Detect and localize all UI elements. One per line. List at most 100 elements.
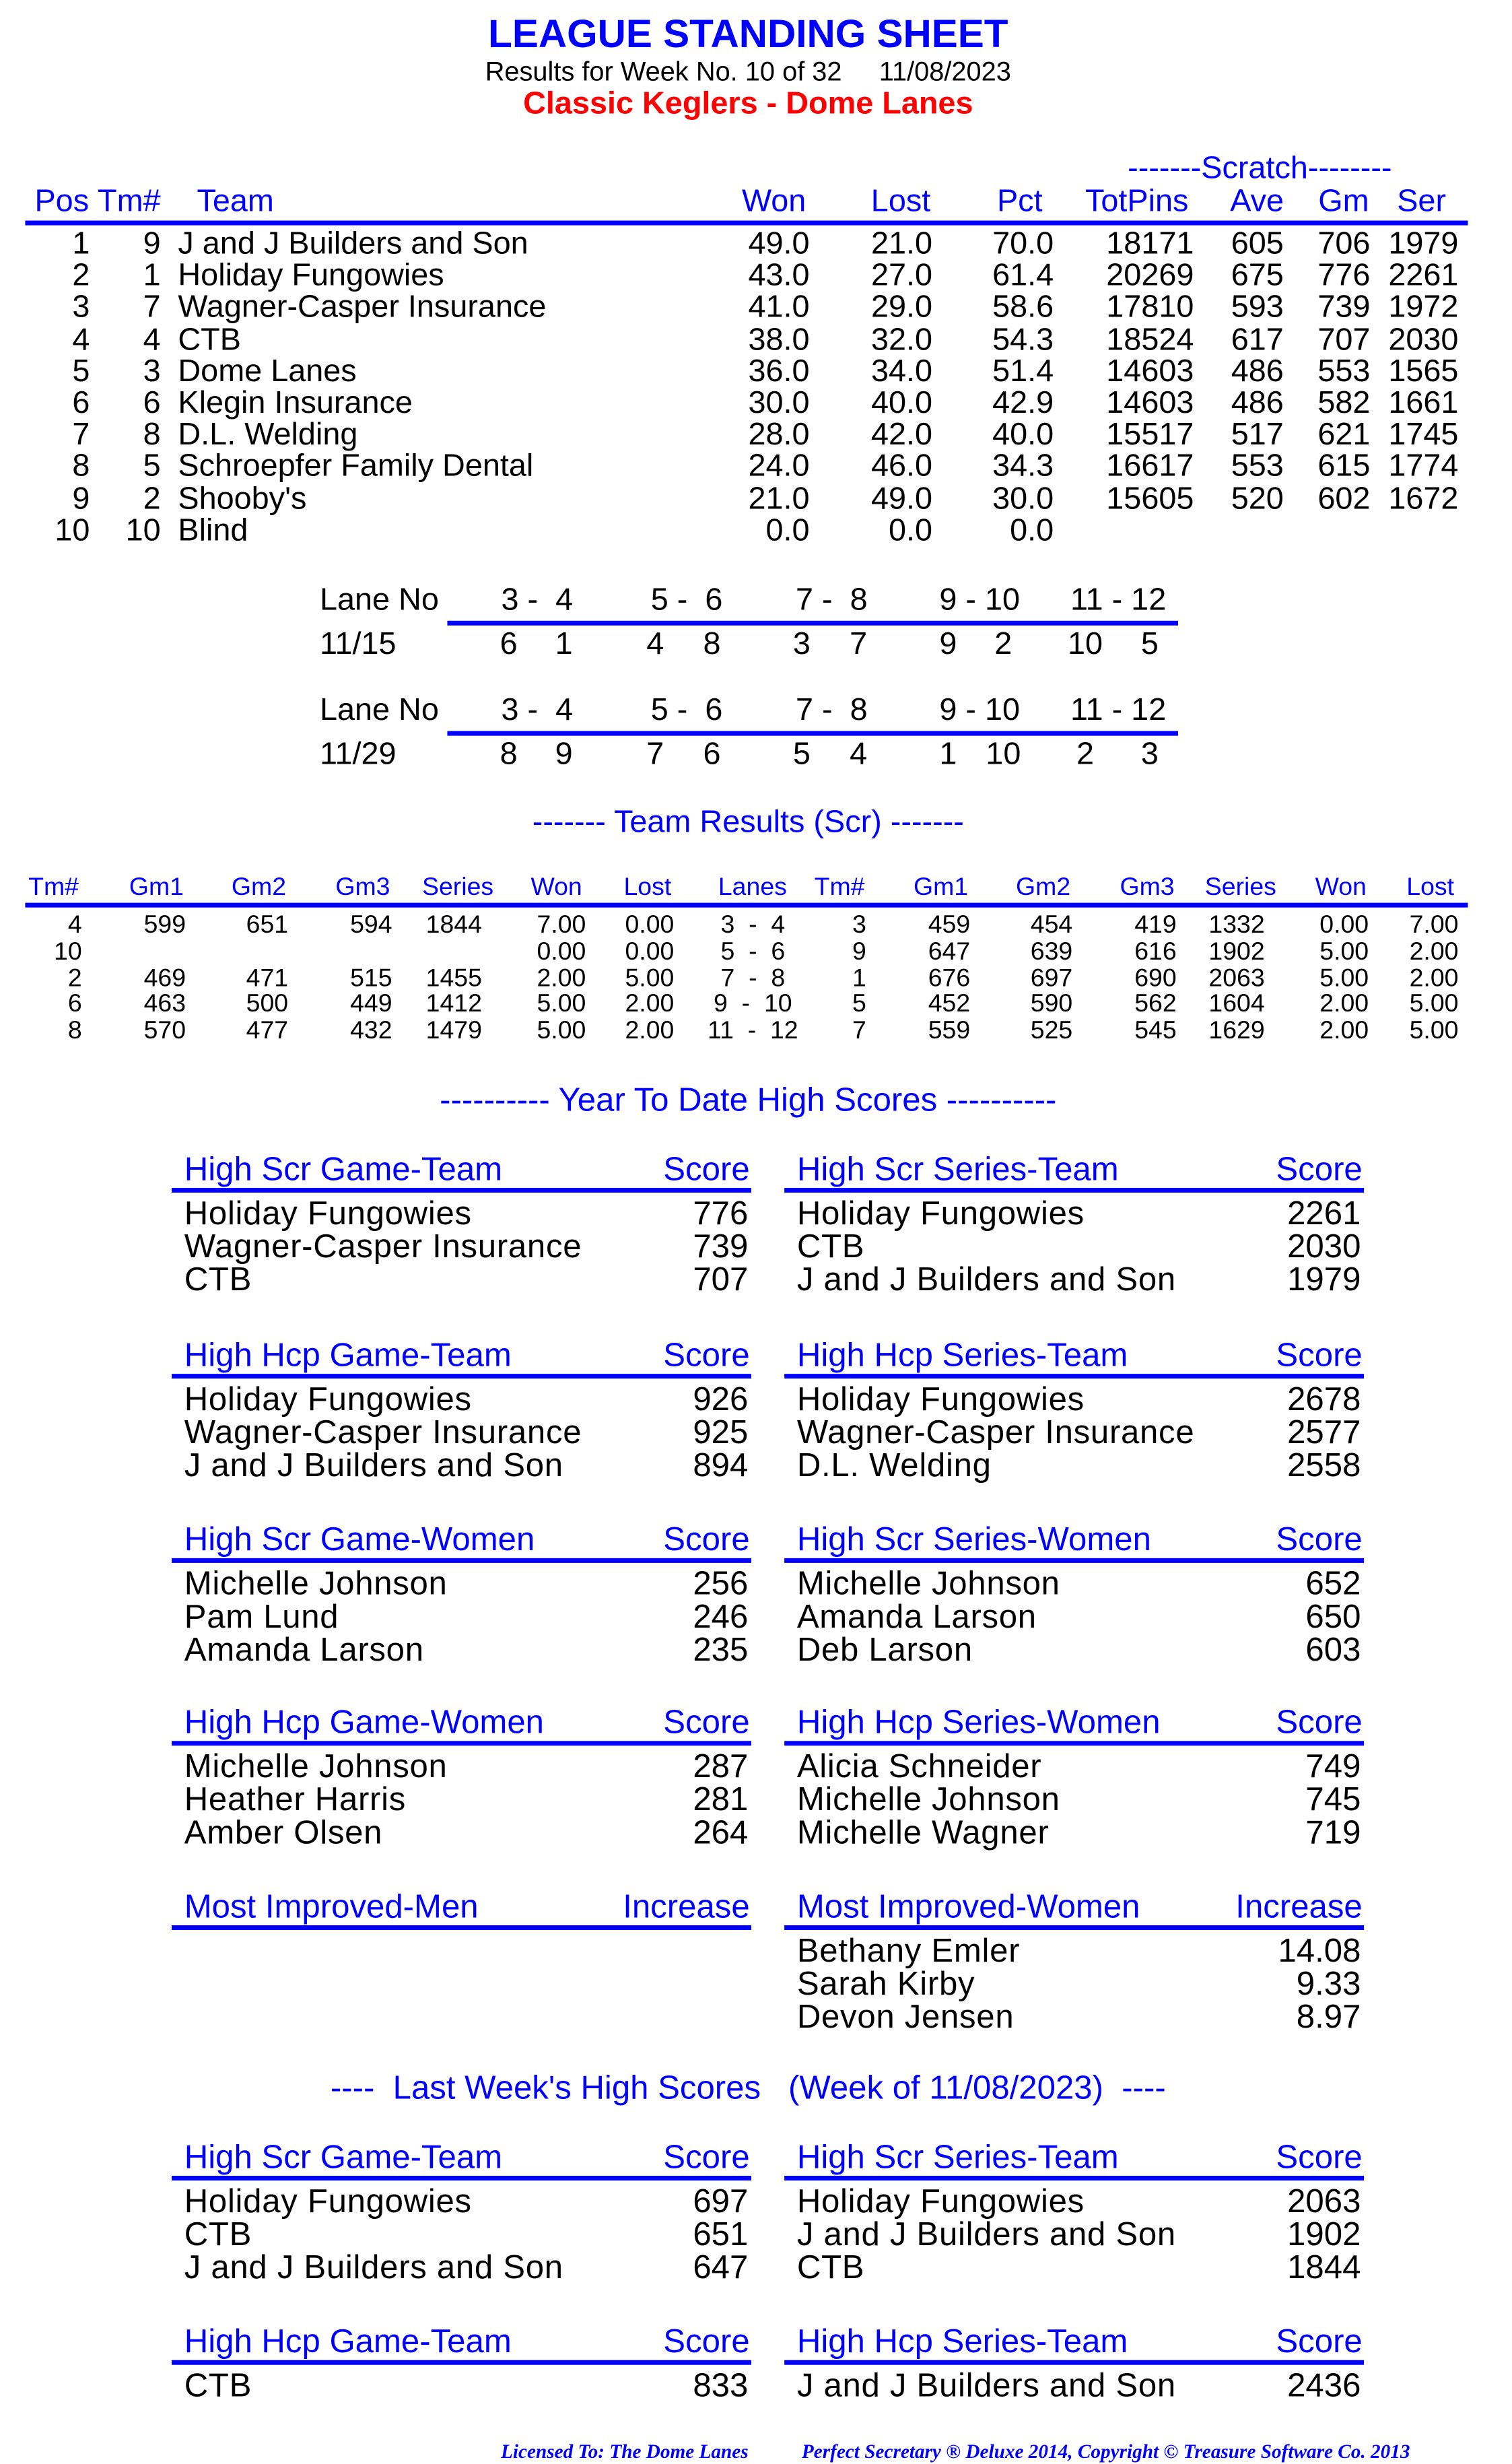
team-results-header-9: Gm1 (913, 874, 969, 902)
standings-cell: 553 (1231, 449, 1284, 485)
standings-cell: 621 (1317, 418, 1371, 453)
high-score-name: Bethany Emler (796, 1933, 1021, 1970)
standings-cell: 3 (72, 290, 90, 325)
standings-cell: 28.0 (748, 418, 810, 453)
high-score-title: High Scr Series-Team (796, 2139, 1119, 2176)
team-result-cell: 2 (67, 965, 82, 992)
standings-cell: CTB (178, 322, 241, 358)
standings-cell: 9 (72, 481, 90, 517)
high-score-title: High Scr Series-Team (796, 1152, 1119, 1189)
team-result-cell: 477 (246, 1018, 289, 1045)
standings-cell: 486 (1231, 386, 1284, 421)
high-score-title: High Hcp Series-Team (796, 1337, 1128, 1374)
team-result-cell: 471 (246, 965, 289, 992)
high-score-column: Score (1276, 1704, 1363, 1741)
team-result-cell: 11 - 12 (708, 1018, 798, 1045)
standings-cell: 14603 (1106, 386, 1194, 421)
standings-cell: 617 (1231, 322, 1284, 358)
standing-sheet: LEAGUE STANDING SHEET Results for Week N… (0, 0, 1512, 2463)
standings-cell: 486 (1231, 354, 1284, 389)
team-results-header-7: Lanes (718, 874, 787, 902)
team-result-cell: 9 - 10 (714, 991, 792, 1019)
team-result-cell: 1 (852, 965, 866, 992)
standings-cell: 34.0 (870, 354, 933, 389)
high-score-value: 650 (1305, 1599, 1361, 1636)
team-results-header-5: Won (530, 874, 582, 902)
high-score-name: Sarah Kirby (796, 1966, 975, 2003)
standings-cell: 34.3 (992, 449, 1054, 485)
page-title: LEAGUE STANDING SHEET (488, 12, 1008, 57)
high-score-title: High Scr Game-Team (184, 1152, 503, 1189)
standings-cell: 61.4 (992, 259, 1054, 294)
team-result-cell: 5.00 (1409, 1018, 1459, 1045)
team-result-cell: 616 (1134, 938, 1177, 966)
standings-cell: 615 (1317, 449, 1371, 485)
standings-cell: 6 (72, 386, 90, 421)
team-result-cell: 2063 (1208, 965, 1265, 992)
standings-cell: 5 (143, 449, 161, 485)
standings-cell: Dome Lanes (178, 354, 357, 389)
standings-cell: 29.0 (870, 290, 933, 325)
team-number: 8 (500, 737, 518, 772)
standings-header-1: Tm# (98, 184, 161, 220)
team-result-cell: 1412 (425, 991, 482, 1019)
high-score-name: J and J Builders and Son (184, 2249, 563, 2286)
high-score-name: Amanda Larson (796, 1599, 1037, 1636)
high-score-name: Michelle Johnson (796, 1566, 1060, 1603)
team-result-cell: 459 (928, 912, 971, 939)
standings-cell: 517 (1231, 418, 1284, 453)
standings-cell: 49.0 (870, 481, 933, 517)
standings-cell: 41.0 (748, 290, 810, 325)
team-result-cell: 1479 (425, 1018, 482, 1045)
standings-cell: 4 (72, 322, 90, 358)
standings-cell: 706 (1317, 226, 1371, 262)
team-result-cell: 570 (143, 1018, 186, 1045)
standings-cell: 675 (1231, 259, 1284, 294)
team-number: 2 (1076, 737, 1094, 772)
high-score-column: Increase (623, 1889, 750, 1925)
standings-cell: 2 (72, 259, 90, 294)
standings-cell: 24.0 (748, 449, 810, 485)
lane-pair-header: 3 - 4 (501, 693, 574, 728)
high-score-value: 281 (693, 1782, 749, 1818)
team-result-cell: 449 (350, 991, 392, 1019)
team-result-cell: 1604 (1208, 991, 1265, 1019)
team-result-cell: 7.00 (537, 912, 586, 939)
lane-pair-header: 7 - 8 (795, 582, 868, 618)
team-number: 5 (1140, 627, 1159, 662)
standings-cell: 2 (143, 481, 161, 517)
high-score-name: Holiday Fungowies (184, 1381, 472, 1418)
high-score-value: 926 (693, 1381, 749, 1418)
standings-cell: 7 (143, 290, 161, 325)
team-result-cell: 6 (67, 991, 82, 1019)
lane-pair-header: 9 - 10 (939, 693, 1021, 728)
standings-cell: 3 (143, 354, 161, 389)
high-score-column: Score (663, 2323, 750, 2360)
high-score-title: High Scr Series-Women (796, 1522, 1151, 1558)
standings-cell: 21.0 (870, 226, 933, 262)
team-number: 6 (703, 737, 721, 772)
team-result-cell: 463 (143, 991, 186, 1019)
team-results-header-2: Gm2 (231, 874, 287, 902)
team-result-cell: 1844 (425, 912, 482, 939)
team-result-cell: 0.00 (1319, 912, 1369, 939)
high-score-value: 2436 (1287, 2368, 1361, 2405)
standings-cell: 7 (72, 418, 90, 453)
high-score-value: 9.33 (1296, 1966, 1361, 2003)
high-score-value: 745 (1305, 1782, 1361, 1818)
standings-cell: 54.3 (992, 322, 1054, 358)
high-score-name: J and J Builders and Son (184, 1448, 563, 1484)
high-score-value: 1902 (1287, 2216, 1361, 2253)
team-number: 9 (939, 627, 957, 662)
team-result-cell: 7.00 (1409, 912, 1459, 939)
team-result-cell: 639 (1030, 938, 1073, 966)
standings-header-2: Team (197, 184, 274, 220)
standings-cell: 593 (1231, 290, 1284, 325)
high-score-value: 256 (693, 1566, 749, 1603)
schedule-date: 11/15 (319, 627, 397, 662)
team-results-header-6: Lost (623, 874, 672, 902)
team-result-cell: 0.00 (537, 938, 586, 966)
standings-cell: 21.0 (748, 481, 810, 517)
high-score-name: Holiday Fungowies (184, 2183, 472, 2220)
standings-cell: 582 (1317, 386, 1371, 421)
